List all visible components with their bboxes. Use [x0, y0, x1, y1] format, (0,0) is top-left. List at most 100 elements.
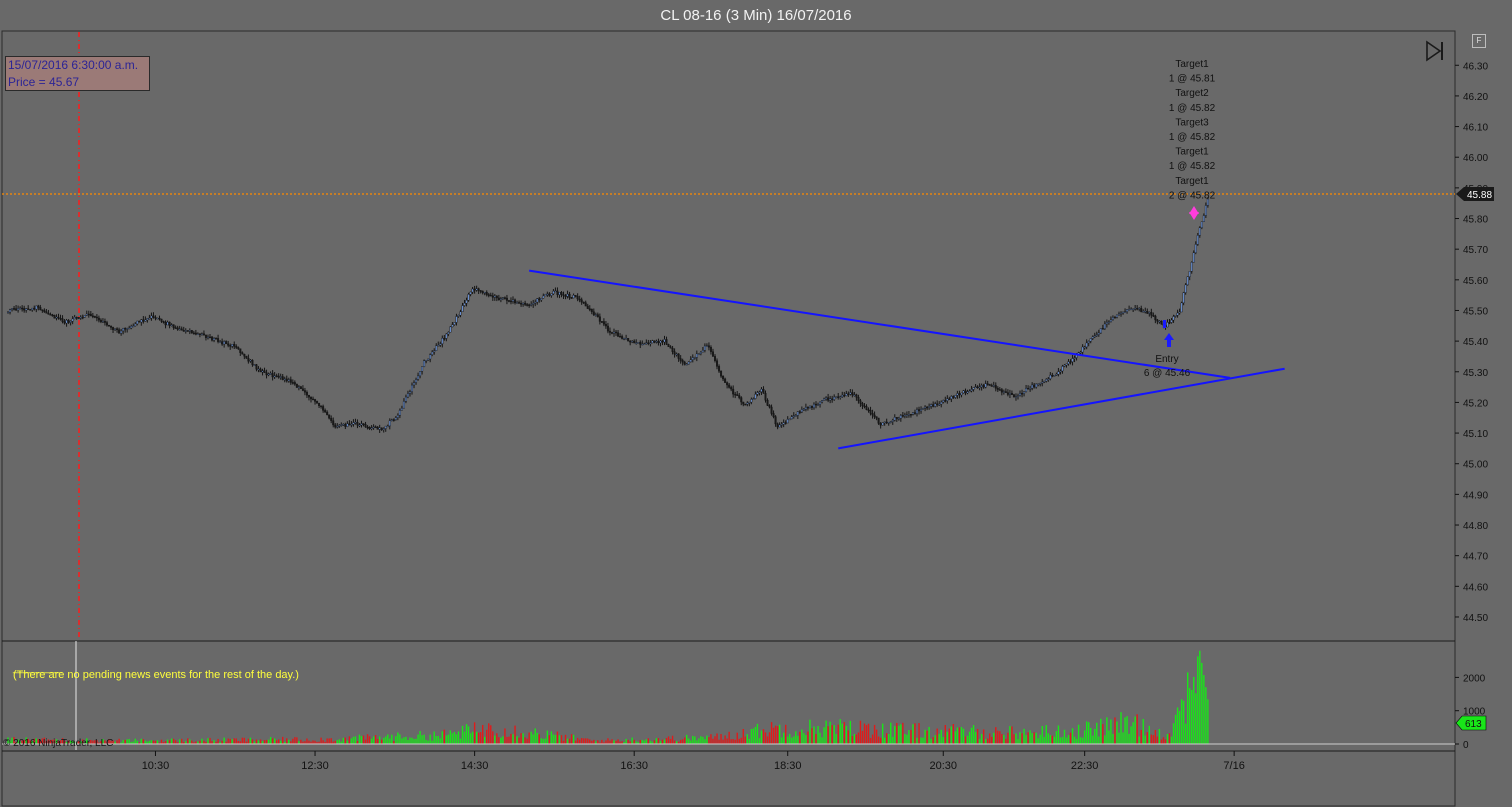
volume-bar [1019, 732, 1021, 744]
candle-body [471, 288, 474, 293]
volume-bar [542, 738, 544, 744]
candle-body [996, 388, 999, 390]
price-tick-label: 45.40 [1463, 337, 1488, 348]
candle-body [390, 419, 393, 421]
volume-bar [411, 737, 413, 744]
candle-body [441, 337, 444, 345]
candle-body [625, 338, 628, 340]
volume-bar [358, 734, 361, 744]
volume-bar [269, 737, 272, 744]
volume-bar [1136, 714, 1138, 744]
volume-bar [825, 720, 827, 744]
target-label: Target1 [1175, 147, 1209, 158]
candle-body [774, 416, 777, 425]
volume-bar [740, 737, 742, 744]
volume-bar [768, 732, 771, 744]
candle-body [299, 386, 302, 389]
volume-bar [997, 730, 999, 744]
price-tick-label: 45.60 [1463, 276, 1488, 287]
candle-body [780, 424, 783, 426]
volume-bar [952, 724, 955, 744]
volume-bar [1148, 725, 1150, 744]
chart-canvas[interactable]: 46.3046.2046.1046.0045.9045.8045.7045.60… [0, 0, 1512, 807]
volume-bar [439, 738, 441, 744]
candle-body [499, 298, 502, 301]
volume-bar [286, 738, 288, 744]
volume-bar [520, 733, 522, 744]
volume-bar [686, 734, 688, 744]
volume-bar [902, 722, 904, 744]
candle-body [752, 398, 755, 400]
volume-bar [482, 724, 484, 744]
volume-bar [1116, 721, 1118, 744]
panel-float-button[interactable]: F [1472, 34, 1486, 48]
candle-body [847, 393, 850, 395]
volume-bar [730, 739, 732, 744]
candle-body [406, 393, 409, 398]
candle-body [503, 297, 506, 299]
candle-body [730, 387, 733, 390]
candle-body [461, 305, 464, 312]
candle-body [21, 307, 24, 310]
candle-body [633, 340, 636, 344]
volume-bar [839, 719, 841, 744]
candle-body [79, 316, 82, 319]
volume-bar [871, 734, 874, 744]
volume-bar [627, 739, 629, 744]
candle-body [659, 340, 662, 344]
candle-body [845, 393, 848, 396]
volume-bar [1007, 732, 1009, 744]
candle-body [481, 290, 484, 293]
volume-bar [350, 738, 353, 744]
candle-body [548, 293, 551, 296]
candle-body [778, 424, 781, 428]
candle-body [806, 407, 809, 409]
candle-body [584, 302, 587, 307]
candle-body [105, 322, 108, 326]
volume-bar [389, 738, 391, 744]
volume-bar [1083, 730, 1086, 744]
volume-bar [1158, 729, 1161, 744]
candle-body [279, 376, 282, 378]
candle-body [154, 317, 157, 319]
volume-bar [1025, 735, 1027, 744]
candle-body [689, 359, 692, 363]
volume-bar [494, 735, 496, 744]
candle-body [17, 308, 20, 311]
candle-body [370, 427, 373, 430]
candle-body [837, 396, 840, 398]
candle-body [295, 383, 298, 388]
candle-body [863, 405, 866, 408]
candle-body [273, 375, 276, 378]
volume-bar [714, 736, 716, 744]
volume-bar [1156, 736, 1159, 744]
candle-body [1067, 361, 1070, 365]
candle-body [657, 341, 660, 344]
volume-bar [692, 735, 694, 744]
volume-bar [869, 737, 872, 744]
volume-bar [904, 733, 906, 744]
volume-bar [536, 732, 538, 744]
candle-body [1134, 308, 1137, 310]
chart-frame [1, 30, 1456, 807]
candle-body [986, 383, 989, 385]
candle-body [756, 392, 759, 395]
volume-bar [613, 740, 615, 744]
candle-body [594, 314, 597, 316]
candle-body [760, 388, 763, 392]
volume-bar [395, 736, 397, 744]
candle-body [1202, 215, 1205, 223]
volume-bar [886, 733, 888, 744]
volume-bar [898, 725, 900, 744]
volume-bar [1031, 733, 1033, 744]
candle-body [1006, 392, 1009, 395]
skip-forward-icon[interactable] [1424, 40, 1446, 62]
candle-body [25, 308, 28, 311]
volume-bar [892, 736, 894, 744]
candle-body [877, 417, 880, 424]
candle-body [946, 398, 949, 401]
candle-body [827, 397, 830, 401]
volume-bar [799, 731, 801, 744]
volume-bar [437, 735, 439, 744]
volume-bar [671, 735, 674, 744]
